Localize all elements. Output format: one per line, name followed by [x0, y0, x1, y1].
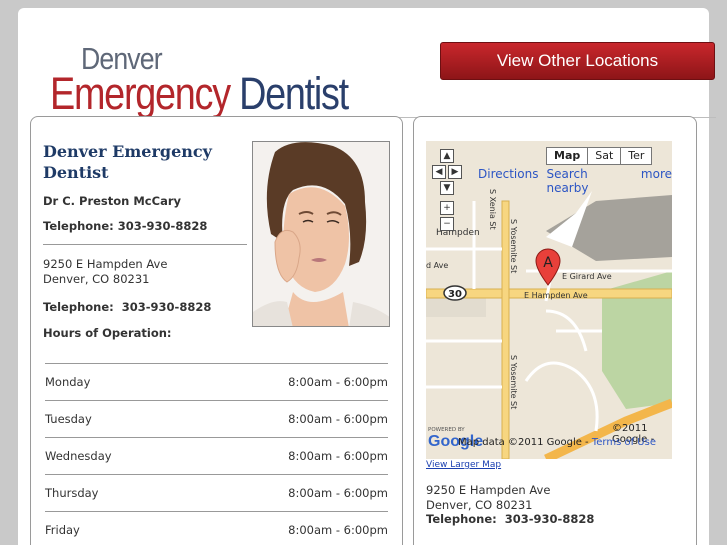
hours-time: 8:00am - 6:00pm: [288, 486, 388, 500]
map-address-line1: 9250 E Hampden Ave: [426, 483, 551, 497]
directions-link[interactable]: Directions: [478, 167, 538, 195]
logo-word-dentist: Dentist: [239, 68, 349, 119]
telephone-primary: Telephone: 303-930-8828: [43, 219, 208, 233]
more-link[interactable]: more: [641, 167, 672, 195]
hours-row: Thursday 8:00am - 6:00pm: [45, 475, 388, 512]
map-attribution: Map data ©2011 Google - Terms of Use: [458, 437, 656, 448]
search-nearby-link[interactable]: Search nearby: [546, 167, 632, 195]
map-telephone: Telephone: 303-930-8828: [426, 512, 595, 526]
info-divider: [43, 244, 247, 245]
patient-photo: [252, 141, 390, 327]
street-label: S Yosemite St: [509, 355, 518, 409]
terms-of-use-link[interactable]: Terms of Use: [592, 437, 656, 448]
map-card: 30 A E Hampden Ave E Girard Ave S Yosemi…: [413, 116, 697, 545]
hours-day: Wednesday: [45, 449, 112, 463]
map-data-text: Map data ©2011 Google -: [458, 437, 589, 448]
zoom-out-icon[interactable]: −: [440, 217, 454, 231]
hours-day: Tuesday: [45, 412, 92, 426]
zoom-in-icon[interactable]: +: [440, 201, 454, 215]
google-map[interactable]: 30 A E Hampden Ave E Girard Ave S Yosemi…: [426, 141, 672, 459]
street-label: S Xenia St: [488, 189, 497, 230]
hours-time: 8:00am - 6:00pm: [288, 412, 388, 426]
logo-word-emergency: Emergency: [50, 68, 231, 119]
street-label: E Girard Ave: [562, 272, 612, 281]
hours-day: Thursday: [45, 486, 99, 500]
hours-row: Monday 8:00am - 6:00pm: [45, 364, 388, 401]
map-type-sat-button[interactable]: Sat: [587, 148, 620, 164]
logo-text-main: Emergency Dentist: [50, 71, 349, 116]
doctor-name: Dr C. Preston McCary: [43, 194, 181, 208]
hours-time: 8:00am - 6:00pm: [288, 449, 388, 463]
hours-row: Friday 8:00am - 6:00pm: [45, 512, 388, 545]
hours-time: 8:00am - 6:00pm: [288, 523, 388, 537]
map-type-toggle: Map Sat Ter: [546, 147, 653, 165]
hours-table: Monday 8:00am - 6:00pm Tuesday 8:00am - …: [45, 363, 388, 545]
address-line2: Denver, CO 80231: [43, 272, 150, 286]
map-address: 9250 E Hampden Ave Denver, CO 80231: [426, 483, 550, 513]
street-label: E Hampden Ave: [524, 291, 588, 300]
view-larger-map-link[interactable]: View Larger Map: [426, 460, 501, 470]
map-address-line2: Denver, CO 80231: [426, 498, 533, 512]
hours-row: Tuesday 8:00am - 6:00pm: [45, 401, 388, 438]
pan-up-icon[interactable]: ▲: [440, 149, 454, 163]
map-marker-label: A: [543, 255, 553, 271]
business-title: Denver Emergency Dentist: [43, 142, 212, 182]
hours-row: Wednesday 8:00am - 6:00pm: [45, 438, 388, 475]
view-other-locations-button[interactable]: View Other Locations: [440, 42, 715, 80]
hours-day: Monday: [45, 375, 91, 389]
hours-day: Friday: [45, 523, 80, 537]
map-type-ter-button[interactable]: Ter: [620, 148, 651, 164]
address: 9250 E Hampden Ave Denver, CO 80231: [43, 257, 167, 287]
listing-card: Denver Emergency Dentist Dr C. Preston M…: [30, 116, 403, 545]
site-logo[interactable]: Denver Emergency Dentist: [50, 43, 349, 116]
map-info-links: Directions Search nearby more: [478, 167, 672, 195]
pan-left-icon[interactable]: ◀: [432, 165, 446, 179]
hours-time: 8:00am - 6:00pm: [288, 375, 388, 389]
pan-right-icon[interactable]: ▶: [448, 165, 462, 179]
street-label: S Yosemite St: [509, 219, 518, 273]
hours-title: Hours of Operation:: [43, 326, 172, 340]
pan-down-icon[interactable]: ▼: [440, 181, 454, 195]
street-label: d Ave: [426, 261, 448, 270]
telephone-secondary: Telephone: 303-930-8828: [43, 300, 212, 314]
map-type-map-button[interactable]: Map: [547, 148, 587, 164]
route-shield-label: 30: [448, 289, 462, 300]
address-line1: 9250 E Hampden Ave: [43, 257, 168, 271]
